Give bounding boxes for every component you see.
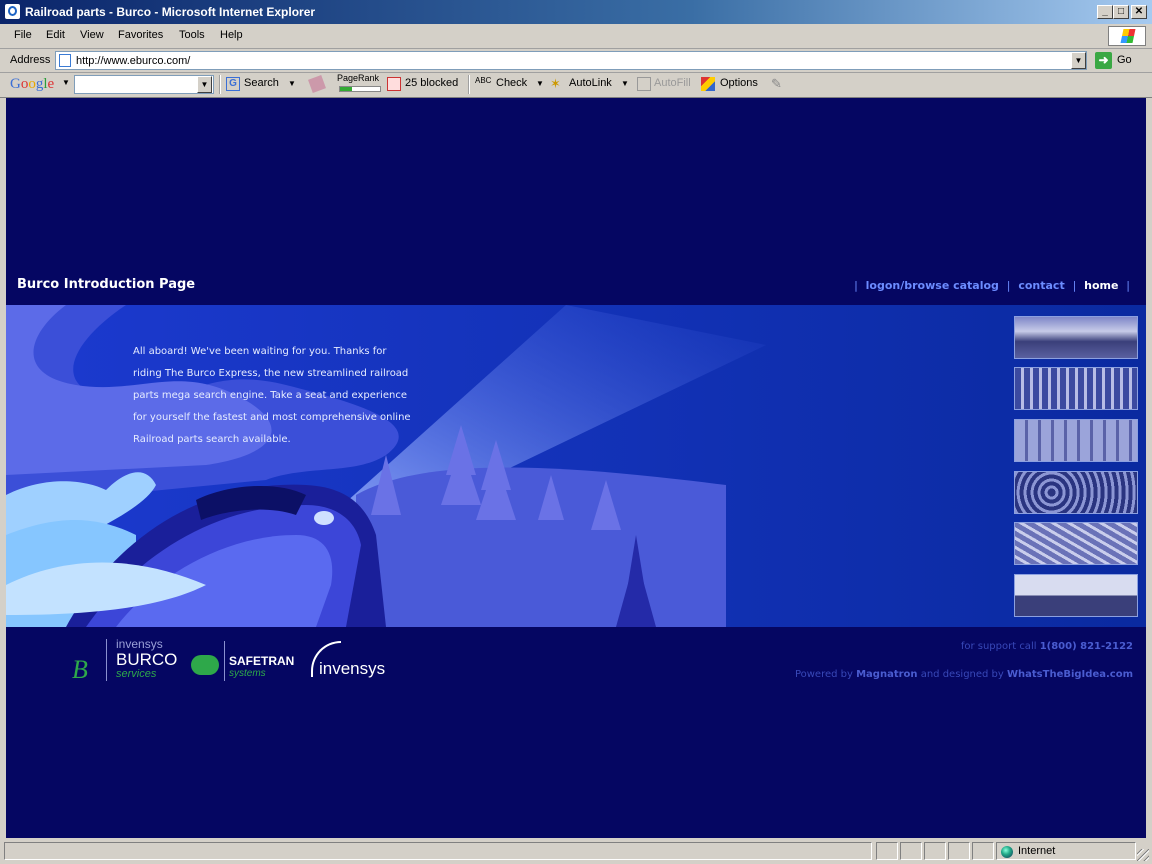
status-message-panel [4, 842, 872, 860]
support-phone[interactable]: 1(800) 821-2122 [1040, 641, 1133, 652]
internet-zone-icon [1001, 846, 1013, 858]
highlighter-icon[interactable]: ✎ [771, 77, 785, 91]
minimize-button[interactable]: _ [1097, 5, 1113, 19]
options-button[interactable]: Options [720, 77, 758, 89]
address-url[interactable]: http://www.eburco.com/ [76, 55, 190, 67]
menu-help[interactable]: Help [220, 29, 243, 41]
security-zone-label: Internet [1018, 845, 1056, 857]
go-button[interactable]: ➜ Go [1093, 51, 1143, 70]
support-line: for support call 1(800) 821-2122 [960, 641, 1133, 652]
window-title: Railroad parts - Burco - Microsoft Inter… [25, 5, 316, 19]
ie-page-icon [5, 4, 20, 19]
safetran-s-icon [191, 655, 219, 675]
google-search-button[interactable]: Search [244, 77, 279, 89]
menu-tools[interactable]: Tools [179, 29, 205, 41]
autolink-icon[interactable]: ✶ [550, 77, 564, 91]
footer: B invensys BURCO services SAFETRAN syste… [6, 627, 1146, 838]
spellcheck-button[interactable]: Check [496, 77, 527, 89]
autolink-dropdown-icon[interactable]: ▼ [621, 79, 629, 88]
intro-text: All aboard! We've been waiting for you. … [133, 346, 411, 445]
pagerank-label[interactable]: PageRank [337, 73, 379, 83]
page-title: Burco Introduction Page [17, 277, 196, 292]
product-thumb-crane[interactable] [1014, 574, 1138, 617]
autolink-button[interactable]: AutoLink [569, 77, 612, 89]
news-icon[interactable] [308, 75, 326, 93]
menu-edit[interactable]: Edit [46, 29, 65, 41]
go-arrow-icon: ➜ [1095, 52, 1112, 69]
web-page: Burco Introduction Page | logon/browse c… [6, 98, 1146, 838]
magnatron-link[interactable]: Magnatron [856, 669, 917, 680]
resize-grip[interactable] [1137, 849, 1149, 861]
spellcheck-icon[interactable]: ABC [475, 77, 491, 91]
google-search-icon[interactable]: G [226, 77, 240, 91]
credits-line: Powered by Magnatron and designed by Wha… [794, 669, 1133, 680]
autofill-icon[interactable] [637, 77, 651, 91]
product-thumb-cable-reels[interactable] [1014, 471, 1138, 514]
google-search-dropdown-icon[interactable]: ▼ [197, 76, 212, 93]
windows-logo-icon [1108, 26, 1146, 46]
window-titlebar[interactable]: Railroad parts - Burco - Microsoft Inter… [0, 0, 1152, 24]
address-bar: Address http://www.eburco.com/ ▼ ➜ Go [0, 49, 1152, 73]
product-thumb-cabinets[interactable] [1014, 419, 1138, 462]
google-toolbar: Google ▼ ▼ G Search ▼ PageRank 25 blocke… [0, 72, 1152, 98]
menu-view[interactable]: View [80, 29, 104, 41]
product-thumb-electrical[interactable] [1014, 367, 1138, 410]
address-label: Address [10, 54, 51, 66]
burco-parent-name: invensys [116, 637, 163, 651]
hero-banner: All aboard! We've been waiting for you. … [6, 305, 1146, 627]
maximize-button[interactable]: □ [1113, 5, 1129, 19]
safetran-name: SAFETRAN [229, 654, 295, 668]
product-thumb-lumber[interactable] [1014, 316, 1138, 359]
page-icon [59, 54, 71, 67]
google-menu-icon[interactable]: ▼ [62, 78, 70, 87]
burco-sub: services [116, 668, 157, 680]
status-bar [0, 840, 1152, 864]
options-icon[interactable] [701, 77, 715, 91]
top-navigation: | logon/browse catalog | contact | home … [854, 279, 1130, 292]
autofill-button[interactable]: AutoFill [654, 77, 691, 89]
safetran-sub: systems [229, 668, 266, 679]
search-dropdown-icon[interactable]: ▼ [288, 79, 296, 88]
designer-link[interactable]: WhatsTheBigIdea.com [1007, 669, 1133, 680]
security-zone-panel [996, 842, 1136, 860]
invensys-name: invensys [319, 659, 386, 678]
menu-bar: File Edit View Favorites Tools Help [0, 24, 1152, 49]
check-dropdown-icon[interactable]: ▼ [536, 79, 544, 88]
menu-favorites[interactable]: Favorites [118, 29, 163, 41]
popup-blocker-icon[interactable] [387, 77, 401, 91]
google-search-input[interactable] [74, 75, 214, 94]
burco-name: BURCO [116, 650, 178, 669]
menu-file[interactable]: File [14, 29, 32, 41]
product-thumb-fasteners[interactable] [1014, 522, 1138, 565]
home-link[interactable]: home [1084, 279, 1118, 292]
go-label: Go [1117, 54, 1132, 66]
address-dropdown-icon[interactable]: ▼ [1071, 52, 1086, 69]
google-logo[interactable]: Google [10, 76, 54, 93]
logon-browse-catalog-link[interactable]: logon/browse catalog [866, 279, 999, 292]
contact-link[interactable]: contact [1018, 279, 1064, 292]
close-button[interactable]: ✕ [1131, 5, 1147, 19]
burco-b-icon: B [72, 655, 88, 684]
popup-blocked-count[interactable]: 25 blocked [405, 77, 458, 89]
address-input[interactable]: http://www.eburco.com/ [55, 51, 1087, 70]
